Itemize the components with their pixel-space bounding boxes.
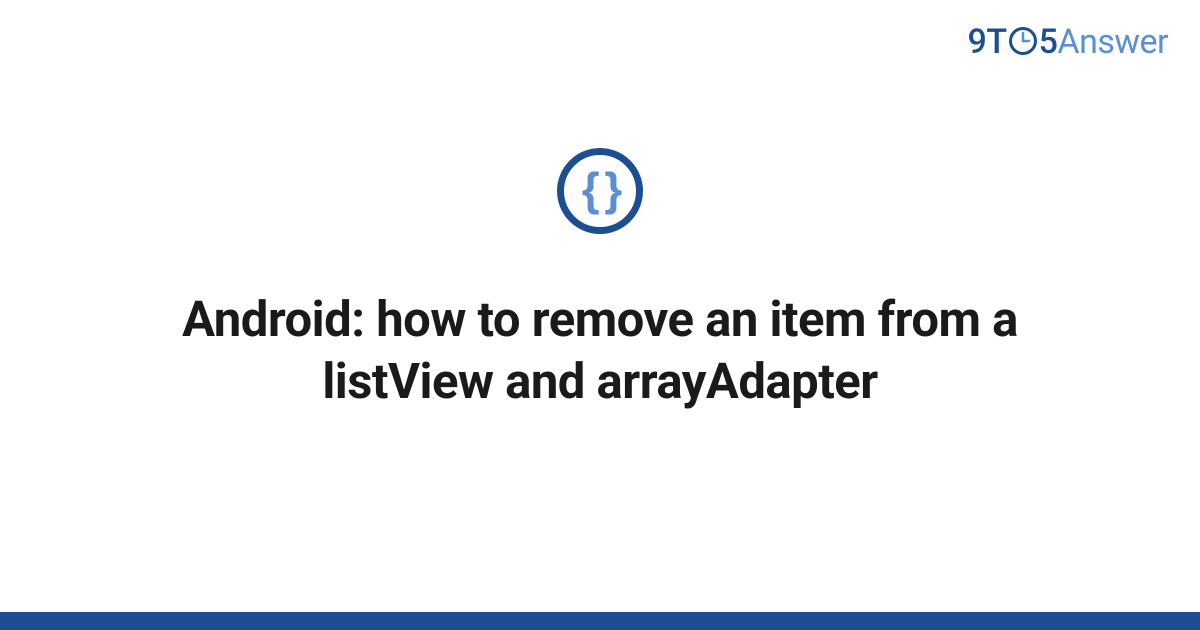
page-title: Android: how to remove an item from a li… [110, 289, 1090, 412]
footer-accent-bar [0, 612, 1200, 630]
code-braces-icon: { } [557, 148, 643, 234]
main-content: { } Android: how to remove an item from … [0, 0, 1200, 630]
braces-glyph: { } [582, 166, 619, 212]
